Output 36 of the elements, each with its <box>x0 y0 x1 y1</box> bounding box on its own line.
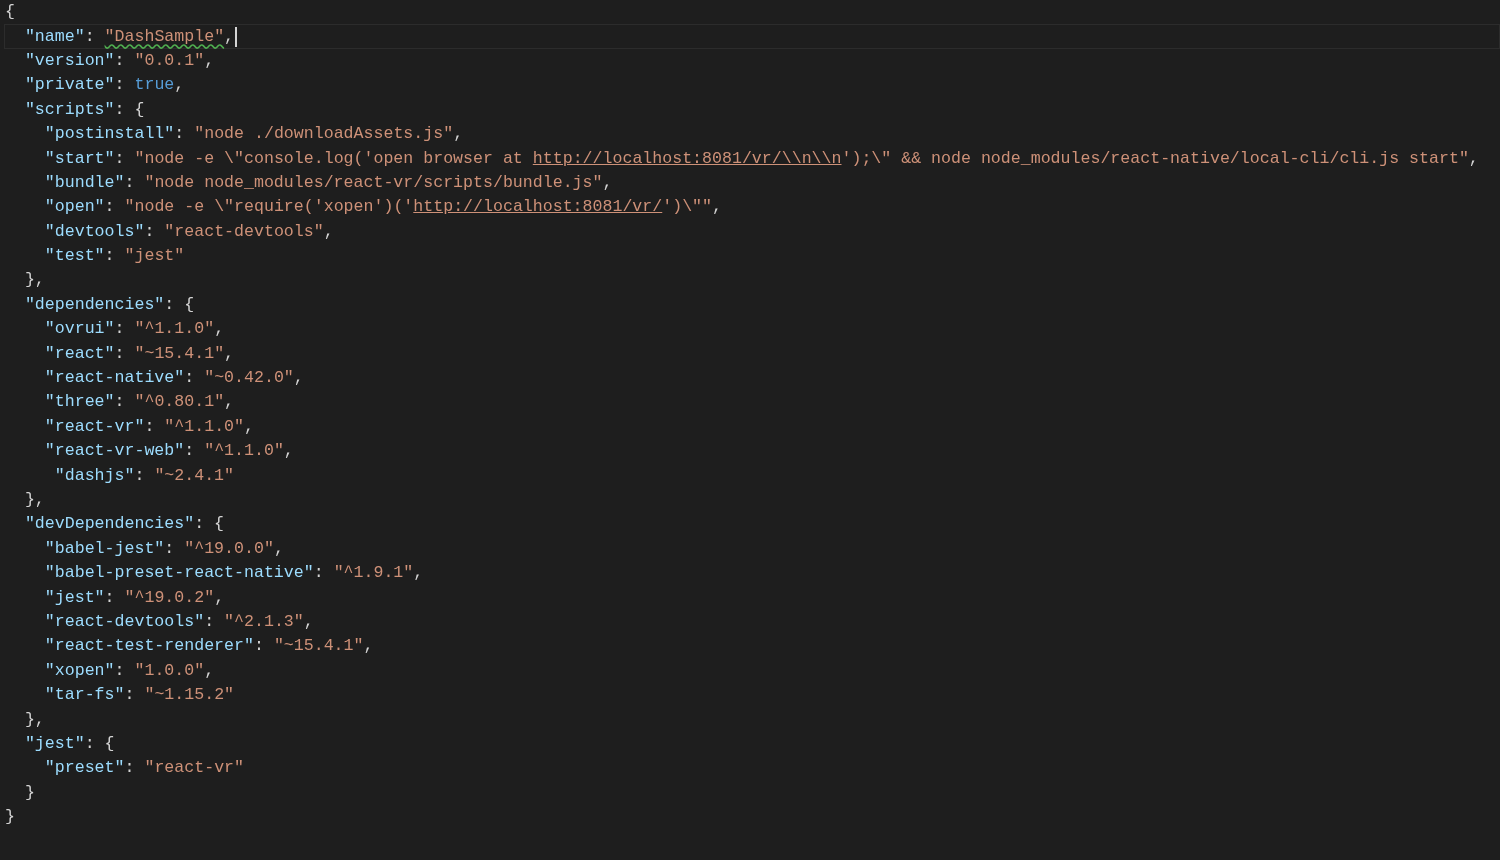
code-line: "react-test-renderer": "~15.4.1", <box>43 635 374 658</box>
code-line: "babel-jest": "^19.0.0", <box>43 537 284 560</box>
url-link[interactable]: http://localhost:8081/vr/\\n\\n <box>532 148 842 168</box>
code-line: "bundle": "node node_modules/react-vr/scripts/bundle.js", <box>43 171 613 194</box>
code-line: { <box>5 1 15 24</box>
code-line: "scripts": { <box>23 98 145 121</box>
code-line: "react-devtools": "^2.1.3", <box>43 610 314 633</box>
code-line: "preset": "react-vr" <box>43 757 244 780</box>
code-line: "test": "jest" <box>43 245 185 268</box>
code-line: }, <box>23 489 45 511</box>
code-line: "postinstall": "node ./downloadAssets.js", <box>43 123 464 146</box>
code-line: "start": "node -e \"console.log('open browser at http://localhost:8081/vr/\\n\\n');\" && node node_modules/react-native/local-cli/cli.js start", <box>43 147 1479 170</box>
code-line: "dashjs": "~2.4.1" <box>53 464 235 487</box>
code-line: "babel-preset-react-native": "^1.9.1", <box>43 562 424 585</box>
code-line: "react-native": "~0.42.0", <box>43 367 304 390</box>
code-line: "react": "~15.4.1", <box>43 342 235 365</box>
code-line: "private": true, <box>23 74 185 97</box>
code-line: "devDependencies": { <box>23 513 225 536</box>
code-line: "xopen": "1.0.0", <box>43 659 215 682</box>
code-line: "open": "node -e \"require('xopen')('http://localhost:8081/vr/')\"", <box>43 196 722 219</box>
code-line: "react-vr-web": "^1.1.0", <box>43 440 294 463</box>
code-line: "tar-fs": "~1.15.2" <box>43 684 235 707</box>
url-link[interactable]: http://localhost:8081/vr/ <box>413 197 663 217</box>
code-line: "dependencies": { <box>23 293 195 316</box>
code-line: "version": "0.0.1", <box>23 49 215 72</box>
code-line: "devtools": "react-devtools", <box>43 220 334 243</box>
code-line: } <box>5 806 15 829</box>
code-line: "name": "DashSample", <box>23 25 235 48</box>
code-line: "react-vr": "^1.1.0", <box>43 415 254 438</box>
code-line: "three": "^0.80.1", <box>43 391 235 414</box>
code-line: }, <box>23 708 45 731</box>
code-line: "jest": { <box>23 732 115 755</box>
code-line: "jest": "^19.0.2", <box>43 586 225 609</box>
code-line: "ovrui": "^1.1.0", <box>43 318 225 341</box>
code-line: }, <box>23 269 45 292</box>
code-line: } <box>23 781 35 804</box>
